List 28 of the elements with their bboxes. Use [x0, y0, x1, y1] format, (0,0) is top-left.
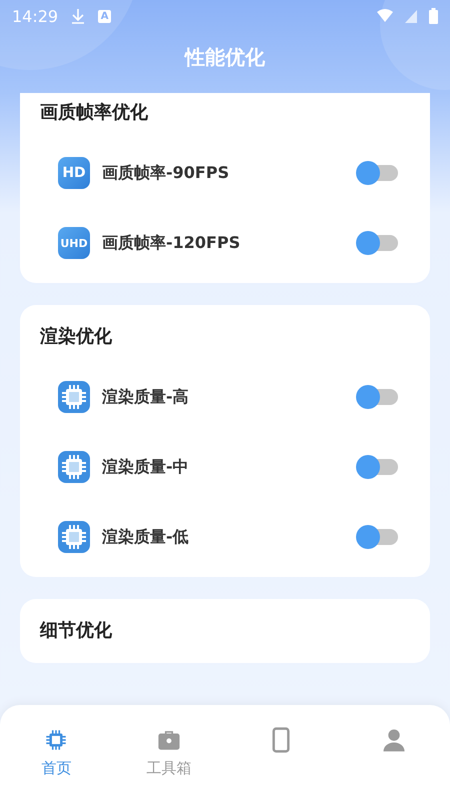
section-title: 细节优化 [40, 619, 113, 643]
toggle-switch[interactable] [356, 455, 398, 479]
person-icon [380, 727, 407, 753]
toggle-switch[interactable] [356, 231, 398, 255]
section-title: 画质帧率优化 [40, 101, 149, 125]
nav-tab[interactable]: 首页 [0, 705, 112, 800]
page-title: 性能优化 [183, 44, 266, 71]
section-title: 渲染优化 [40, 325, 113, 349]
signal-icon [405, 10, 417, 22]
status-time: 14:29 [12, 6, 58, 26]
badge-icon: HD [58, 157, 90, 189]
chip-icon [58, 381, 90, 413]
option-label: 画质帧率-120FPS [102, 232, 242, 254]
option-label: 渲染质量-高 [102, 386, 190, 408]
nav-tab[interactable]: 工具箱 [112, 705, 225, 800]
battery-icon [429, 8, 438, 24]
toggle-switch[interactable] [356, 525, 398, 549]
notification-icon: A [98, 10, 112, 22]
chip-icon [58, 451, 90, 483]
option-label: 画质帧率-90FPS [102, 162, 230, 184]
option-label: 渲染质量-中 [102, 456, 190, 478]
badge-icon: UHD [58, 227, 90, 259]
toggle-switch[interactable] [356, 385, 398, 409]
wifi-icon [377, 9, 393, 23]
option-label: 渲染质量-低 [102, 526, 190, 548]
download-icon [70, 8, 86, 24]
chip-icon [58, 521, 90, 553]
toggle-switch[interactable] [356, 161, 398, 185]
